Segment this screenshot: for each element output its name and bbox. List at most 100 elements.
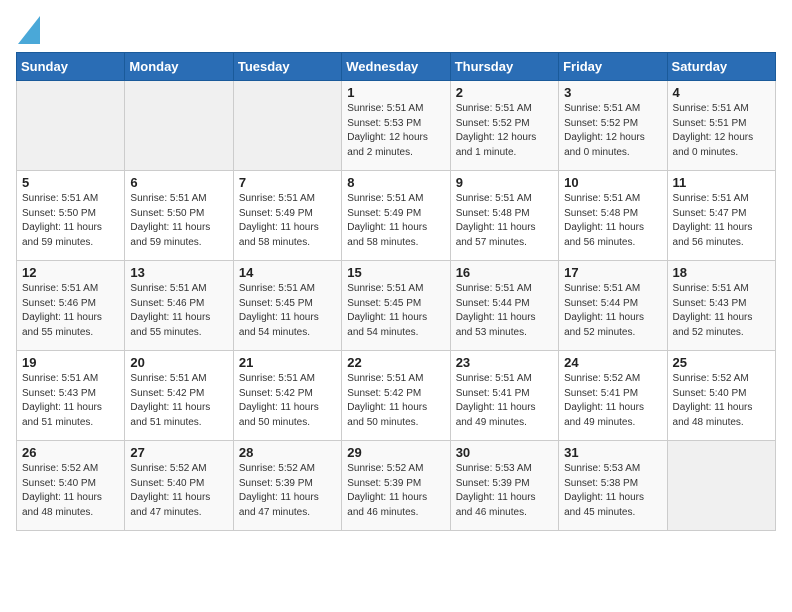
cell-info: Sunrise: 5:51 AMSunset: 5:49 PMDaylight:… (347, 193, 427, 248)
cell-info: Sunrise: 5:52 AMSunset: 5:40 PMDaylight:… (130, 463, 210, 518)
calendar-week-4: 26 Sunrise: 5:52 AMSunset: 5:40 PMDayligh… (17, 441, 776, 531)
cell-info: Sunrise: 5:51 AMSunset: 5:44 PMDaylight:… (456, 283, 536, 338)
day-number: 18 (673, 265, 770, 280)
header-wednesday: Wednesday (342, 53, 450, 81)
calendar-header-row: SundayMondayTuesdayWednesdayThursdayFrid… (17, 53, 776, 81)
calendar-cell: 17 Sunrise: 5:51 AMSunset: 5:44 PMDayligh… (559, 261, 667, 351)
day-number: 17 (564, 265, 661, 280)
calendar-cell: 12 Sunrise: 5:51 AMSunset: 5:46 PMDayligh… (17, 261, 125, 351)
calendar-cell: 4 Sunrise: 5:51 AMSunset: 5:51 PMDaylight… (667, 81, 775, 171)
day-number: 15 (347, 265, 444, 280)
cell-info: Sunrise: 5:51 AMSunset: 5:46 PMDaylight:… (22, 283, 102, 338)
day-number: 29 (347, 445, 444, 460)
day-number: 19 (22, 355, 119, 370)
cell-info: Sunrise: 5:51 AMSunset: 5:44 PMDaylight:… (564, 283, 644, 338)
cell-info: Sunrise: 5:51 AMSunset: 5:53 PMDaylight:… (347, 103, 428, 158)
cell-info: Sunrise: 5:51 AMSunset: 5:50 PMDaylight:… (22, 193, 102, 248)
calendar-cell: 20 Sunrise: 5:51 AMSunset: 5:42 PMDayligh… (125, 351, 233, 441)
day-number: 30 (456, 445, 553, 460)
day-number: 22 (347, 355, 444, 370)
calendar-cell: 14 Sunrise: 5:51 AMSunset: 5:45 PMDayligh… (233, 261, 341, 351)
cell-info: Sunrise: 5:51 AMSunset: 5:45 PMDaylight:… (239, 283, 319, 338)
calendar-cell: 7 Sunrise: 5:51 AMSunset: 5:49 PMDaylight… (233, 171, 341, 261)
day-number: 27 (130, 445, 227, 460)
calendar-cell: 15 Sunrise: 5:51 AMSunset: 5:45 PMDayligh… (342, 261, 450, 351)
day-number: 13 (130, 265, 227, 280)
day-number: 25 (673, 355, 770, 370)
calendar-body: 1 Sunrise: 5:51 AMSunset: 5:53 PMDaylight… (17, 81, 776, 531)
day-number: 9 (456, 175, 553, 190)
day-number: 20 (130, 355, 227, 370)
calendar-cell: 16 Sunrise: 5:51 AMSunset: 5:44 PMDayligh… (450, 261, 558, 351)
calendar-cell: 22Sunrise: 5:51 AMSunset: 5:42 PMDayligh… (342, 351, 450, 441)
calendar-cell: 26 Sunrise: 5:52 AMSunset: 5:40 PMDayligh… (17, 441, 125, 531)
calendar-cell: 29 Sunrise: 5:52 AMSunset: 5:39 PMDayligh… (342, 441, 450, 531)
calendar-cell (17, 81, 125, 171)
cell-info: Sunrise: 5:51 AMSunset: 5:42 PMDaylight:… (239, 373, 319, 428)
calendar-cell (125, 81, 233, 171)
logo-icon (18, 16, 40, 44)
cell-info: Sunrise: 5:51 AMSunset: 5:41 PMDaylight:… (456, 373, 536, 428)
header-saturday: Saturday (667, 53, 775, 81)
calendar-cell: 30 Sunrise: 5:53 AMSunset: 5:39 PMDayligh… (450, 441, 558, 531)
cell-info: Sunrise: 5:51 AMSunset: 5:52 PMDaylight:… (456, 103, 537, 158)
day-number: 3 (564, 85, 661, 100)
calendar-cell: 18 Sunrise: 5:51 AMSunset: 5:43 PMDayligh… (667, 261, 775, 351)
header-thursday: Thursday (450, 53, 558, 81)
calendar-cell: 10 Sunrise: 5:51 AMSunset: 5:48 PMDayligh… (559, 171, 667, 261)
cell-info: Sunrise: 5:53 AMSunset: 5:38 PMDaylight:… (564, 463, 644, 518)
calendar-cell: 31 Sunrise: 5:53 AMSunset: 5:38 PMDayligh… (559, 441, 667, 531)
calendar-week-2: 12 Sunrise: 5:51 AMSunset: 5:46 PMDayligh… (17, 261, 776, 351)
calendar-cell: 21Sunrise: 5:51 AMSunset: 5:42 PMDayligh… (233, 351, 341, 441)
cell-info: Sunrise: 5:51 AMSunset: 5:51 PMDaylight:… (673, 103, 754, 158)
day-number: 7 (239, 175, 336, 190)
cell-info: Sunrise: 5:51 AMSunset: 5:45 PMDaylight:… (347, 283, 427, 338)
calendar-cell: 23 Sunrise: 5:51 AMSunset: 5:41 PMDayligh… (450, 351, 558, 441)
cell-info: Sunrise: 5:52 AMSunset: 5:40 PMDaylight:… (22, 463, 102, 518)
cell-info: Sunrise: 5:52 AMSunset: 5:39 PMDaylight:… (239, 463, 319, 518)
calendar-cell: 13Sunrise: 5:51 AMSunset: 5:46 PMDayligh… (125, 261, 233, 351)
calendar-cell: 24 Sunrise: 5:52 AMSunset: 5:41 PMDayligh… (559, 351, 667, 441)
cell-info: Sunrise: 5:52 AMSunset: 5:39 PMDaylight:… (347, 463, 427, 518)
header-friday: Friday (559, 53, 667, 81)
cell-info: Sunrise: 5:51 AMSunset: 5:48 PMDaylight:… (564, 193, 644, 248)
day-number: 16 (456, 265, 553, 280)
cell-info: Sunrise: 5:51 AMSunset: 5:47 PMDaylight:… (673, 193, 753, 248)
cell-info: Sunrise: 5:51 AMSunset: 5:49 PMDaylight:… (239, 193, 319, 248)
day-number: 26 (22, 445, 119, 460)
day-number: 24 (564, 355, 661, 370)
logo (16, 16, 40, 44)
page-header (16, 16, 776, 44)
day-number: 11 (673, 175, 770, 190)
cell-info: Sunrise: 5:51 AMSunset: 5:52 PMDaylight:… (564, 103, 645, 158)
calendar-week-1: 5Sunrise: 5:51 AMSunset: 5:50 PMDaylight… (17, 171, 776, 261)
header-monday: Monday (125, 53, 233, 81)
cell-info: Sunrise: 5:51 AMSunset: 5:42 PMDaylight:… (130, 373, 210, 428)
cell-info: Sunrise: 5:52 AMSunset: 5:41 PMDaylight:… (564, 373, 644, 428)
calendar-cell: 25Sunrise: 5:52 AMSunset: 5:40 PMDayligh… (667, 351, 775, 441)
cell-info: Sunrise: 5:51 AMSunset: 5:50 PMDaylight:… (130, 193, 210, 248)
calendar-table: SundayMondayTuesdayWednesdayThursdayFrid… (16, 52, 776, 531)
calendar-cell: 19 Sunrise: 5:51 AMSunset: 5:43 PMDayligh… (17, 351, 125, 441)
day-number: 14 (239, 265, 336, 280)
day-number: 6 (130, 175, 227, 190)
header-tuesday: Tuesday (233, 53, 341, 81)
day-number: 4 (673, 85, 770, 100)
day-number: 31 (564, 445, 661, 460)
calendar-cell: 9Sunrise: 5:51 AMSunset: 5:48 PMDaylight… (450, 171, 558, 261)
calendar-cell: 6 Sunrise: 5:51 AMSunset: 5:50 PMDaylight… (125, 171, 233, 261)
cell-info: Sunrise: 5:53 AMSunset: 5:39 PMDaylight:… (456, 463, 536, 518)
day-number: 10 (564, 175, 661, 190)
calendar-cell: 2Sunrise: 5:51 AMSunset: 5:52 PMDaylight… (450, 81, 558, 171)
calendar-cell: 28Sunrise: 5:52 AMSunset: 5:39 PMDayligh… (233, 441, 341, 531)
cell-info: Sunrise: 5:51 AMSunset: 5:43 PMDaylight:… (22, 373, 102, 428)
day-number: 1 (347, 85, 444, 100)
calendar-cell: 27 Sunrise: 5:52 AMSunset: 5:40 PMDayligh… (125, 441, 233, 531)
cell-info: Sunrise: 5:51 AMSunset: 5:43 PMDaylight:… (673, 283, 753, 338)
calendar-cell: 1 Sunrise: 5:51 AMSunset: 5:53 PMDaylight… (342, 81, 450, 171)
calendar-cell: 8Sunrise: 5:51 AMSunset: 5:49 PMDaylight… (342, 171, 450, 261)
calendar-week-3: 19 Sunrise: 5:51 AMSunset: 5:43 PMDayligh… (17, 351, 776, 441)
day-number: 23 (456, 355, 553, 370)
calendar-cell (667, 441, 775, 531)
day-number: 12 (22, 265, 119, 280)
